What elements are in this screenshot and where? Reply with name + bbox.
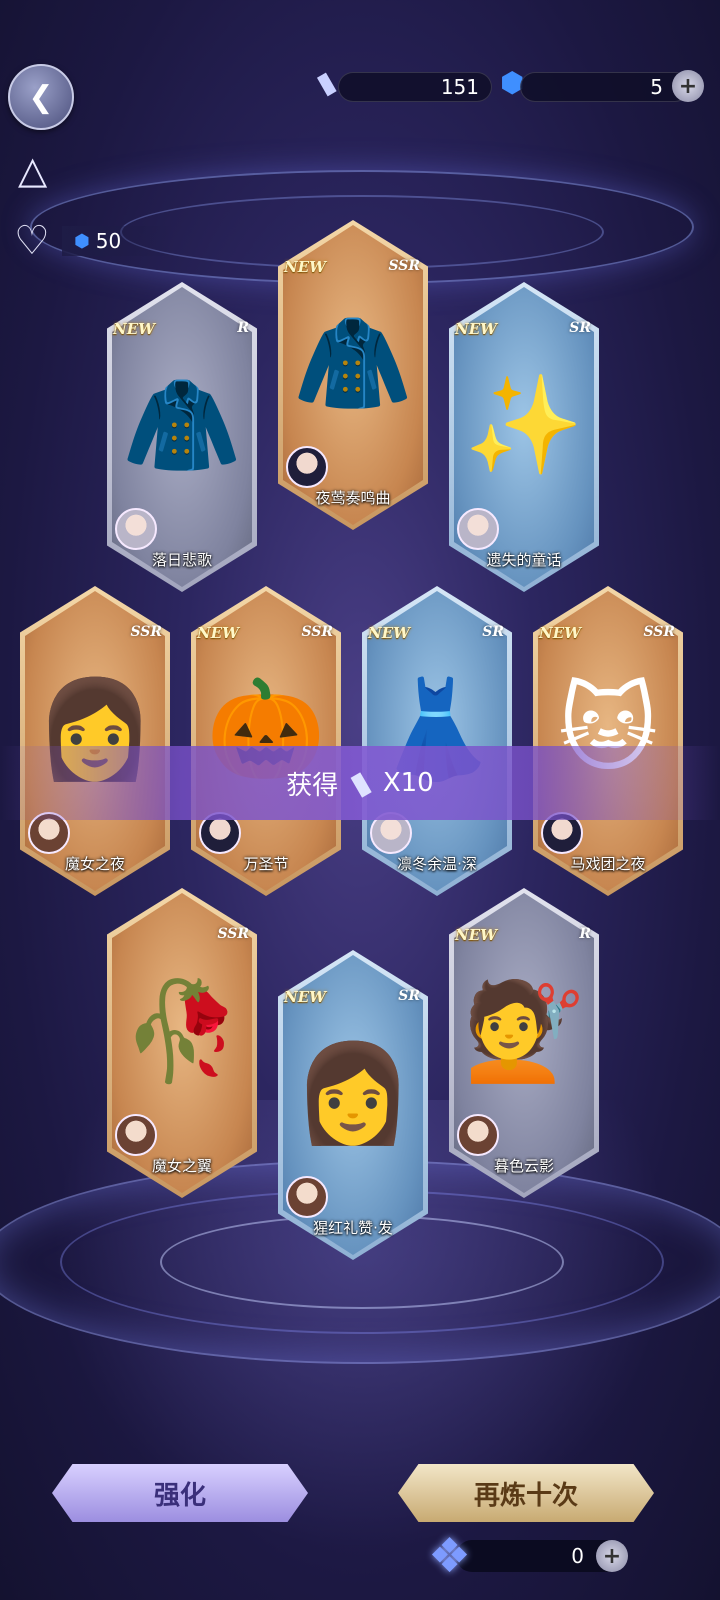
enhance-button[interactable]: 强化 (52, 1464, 308, 1522)
card-name: 暮色云影 (493, 1157, 554, 1175)
rarity-badge: SSR (388, 258, 420, 274)
jacket-icon: 🧥 (122, 368, 242, 481)
new-badge: NEW (284, 258, 326, 276)
ticket-icon: ▮ (344, 763, 377, 803)
rarity-badge: SSR (130, 624, 162, 640)
rarity-badge: SSR (301, 624, 333, 640)
rarity-badge: SSR (643, 624, 675, 640)
new-badge: NEW (539, 624, 581, 642)
heart-icon[interactable]: ♡ (14, 218, 50, 264)
card-name: 魔女之夜 (64, 855, 125, 873)
reward-card-c5[interactable]: 🎃 NEW SSR 万圣节 (191, 586, 341, 896)
add-crystal-button[interactable]: + (672, 70, 704, 102)
card-name: 万圣节 (243, 855, 289, 873)
character-avatar (457, 1114, 499, 1156)
card-name: 夜莺奏鸣曲 (315, 489, 391, 507)
character-avatar (286, 446, 328, 488)
reward-card-c3[interactable]: ✨ NEW SR 遗失的童话 (449, 282, 599, 592)
sparkle-ring-icon: ✨ (464, 368, 584, 481)
character-avatar (457, 508, 499, 550)
reward-card-c1[interactable]: 🧥 NEW R 落日悲歌 (107, 282, 257, 592)
reward-card-c9[interactable]: 👩 NEW SR 猩红礼赞·发 (278, 950, 428, 1260)
character-avatar (115, 1114, 157, 1156)
ticket-icon: ▮ (310, 64, 341, 101)
character-avatar (115, 508, 157, 550)
reward-card-c2[interactable]: 🧥 NEW SSR 夜莺奏鸣曲 (278, 220, 428, 530)
rarity-badge: SR (398, 988, 420, 1004)
add-cube-button[interactable]: + (596, 1540, 628, 1572)
wings-icon: 🥀 (122, 974, 242, 1087)
card-name: 遗失的童话 (486, 551, 562, 569)
crystal-counter: 5 (520, 72, 690, 102)
crystal-icon: ⬢ (74, 230, 90, 252)
reward-card-c7[interactable]: 🐱 NEW SSR 马戏团之夜 (533, 586, 683, 896)
character-avatar (286, 1176, 328, 1218)
reward-card-c6[interactable]: 👗 NEW SR 凛冬余温·深 (362, 586, 512, 896)
crystal-cube-icon: ❖ (428, 1528, 472, 1584)
card-name: 猩红礼赞·发 (313, 1219, 393, 1237)
card-name: 马戏团之夜 (570, 855, 646, 873)
short-hair-icon: 💇 (464, 974, 584, 1087)
gain-banner: 获得 ▮ X10 (0, 746, 720, 820)
card-name: 落日悲歌 (151, 551, 212, 569)
reward-card-c4[interactable]: 👩 SSR 魔女之夜 (20, 586, 170, 896)
wardrobe-icon[interactable]: △ (18, 148, 47, 192)
new-badge: NEW (368, 624, 410, 642)
coat-icon: 🧥 (293, 306, 413, 419)
new-badge: NEW (455, 926, 497, 944)
reward-card-c8[interactable]: 🥀 SSR 魔女之翼 (107, 888, 257, 1198)
ticket-counter: 151 (338, 72, 492, 102)
long-hair-icon: 👩 (293, 1036, 413, 1149)
rarity-badge: SR (569, 320, 591, 336)
rarity-badge: SSR (217, 926, 249, 942)
reward-card-c10[interactable]: 💇 NEW R 暮色云影 (449, 888, 599, 1198)
back-arrow-icon: ❮ (28, 79, 54, 115)
refine-again-button[interactable]: 再炼十次 (398, 1464, 654, 1522)
rarity-badge: R (579, 926, 591, 942)
new-badge: NEW (197, 624, 239, 642)
card-name: 魔女之翼 (151, 1157, 212, 1175)
new-badge: NEW (455, 320, 497, 338)
new-badge: NEW (284, 988, 326, 1006)
back-button[interactable]: ❮ (8, 64, 74, 130)
heart-crystal-counter: ⬢ 50 (62, 226, 174, 256)
card-name: 凛冬余温·深 (397, 855, 477, 873)
rarity-badge: SR (482, 624, 504, 640)
rarity-badge: R (237, 320, 249, 336)
new-badge: NEW (113, 320, 155, 338)
